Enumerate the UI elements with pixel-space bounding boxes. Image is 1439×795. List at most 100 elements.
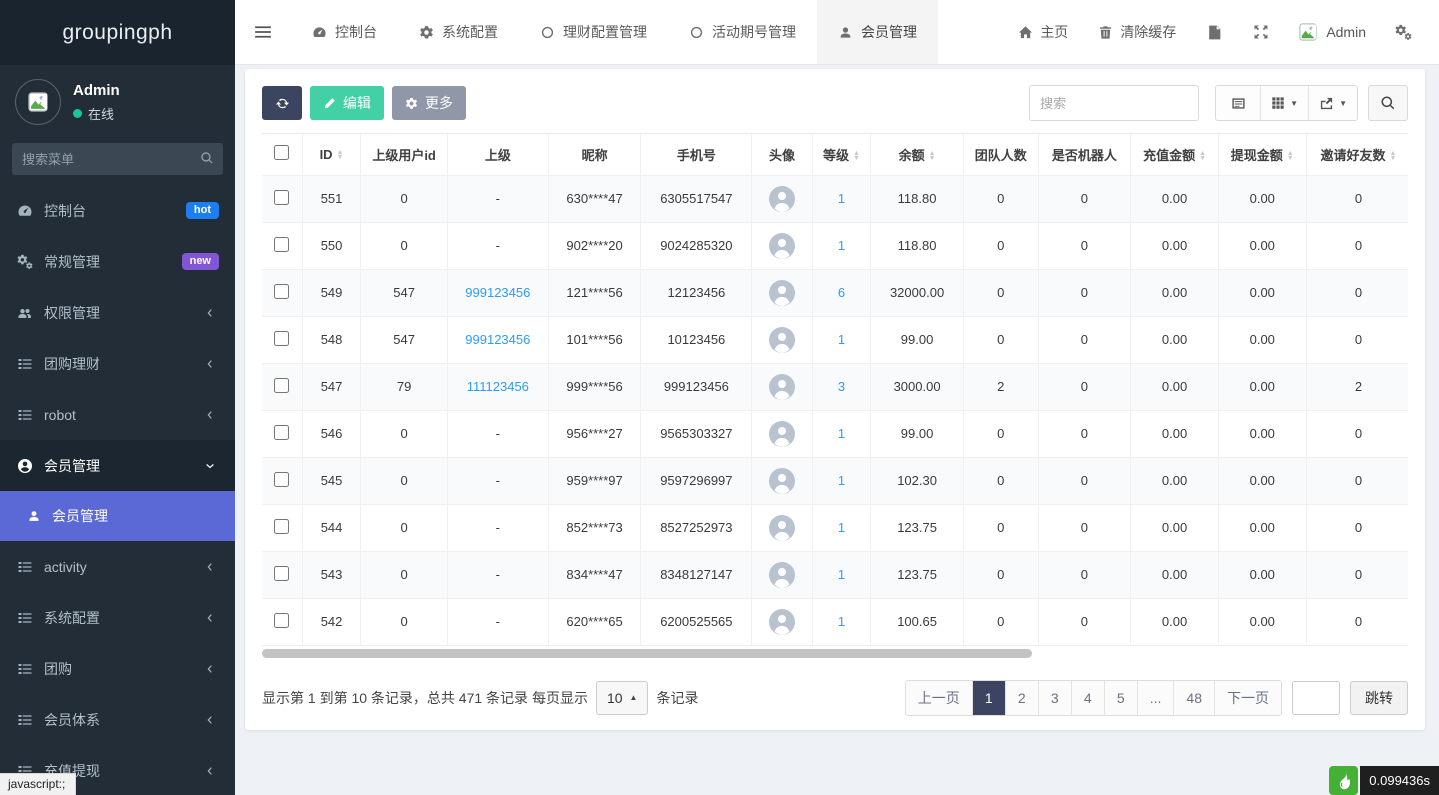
pagination-next[interactable]: 下一页: [1214, 681, 1281, 715]
sidebar-item-常规管理[interactable]: 常规管理new: [0, 236, 235, 287]
sidebar-search-input[interactable]: [12, 143, 223, 175]
column-header-balance[interactable]: 余额▲▼: [871, 134, 964, 175]
online-dot-icon: [73, 109, 82, 118]
columns-button[interactable]: ▼: [1260, 86, 1308, 120]
tab-系统配置[interactable]: 系统配置: [398, 0, 519, 64]
sidebar-item-团购理财[interactable]: 团购理财: [0, 338, 235, 389]
row-checkbox[interactable]: [274, 237, 289, 252]
more-button[interactable]: 更多: [392, 86, 466, 120]
language-button[interactable]: [1193, 0, 1236, 64]
sort-icon[interactable]: ▲▼: [1390, 151, 1397, 161]
sort-icon[interactable]: ▲▼: [929, 151, 936, 161]
cell-parent-link[interactable]: 111123456: [467, 379, 529, 394]
thinkphp-logo-icon[interactable]: [1329, 766, 1358, 795]
cell-level-link[interactable]: 1: [838, 473, 845, 488]
column-header-label: 邀请好友数: [1321, 148, 1386, 163]
refresh-button[interactable]: [262, 86, 302, 120]
export-button[interactable]: ▼: [1308, 86, 1357, 120]
avatar-icon[interactable]: [756, 233, 807, 259]
row-checkbox[interactable]: [274, 284, 289, 299]
row-checkbox[interactable]: [274, 378, 289, 393]
pagination-page-4[interactable]: 4: [1071, 681, 1104, 715]
cell-parent-link[interactable]: 999123456: [465, 332, 530, 347]
tab-会员管理[interactable]: 会员管理: [817, 0, 938, 64]
chevron-left-icon: [201, 307, 219, 319]
avatar-icon[interactable]: [756, 374, 807, 400]
pagination-prev[interactable]: 上一页: [906, 681, 972, 715]
row-checkbox[interactable]: [274, 566, 289, 581]
column-header-withdraw[interactable]: 提现金额▲▼: [1218, 134, 1306, 175]
fullscreen-button[interactable]: [1240, 0, 1282, 64]
cell-phone: 9597296997: [641, 457, 752, 504]
sidebar-item-控制台[interactable]: 控制台hot: [0, 185, 235, 236]
column-header-recharge[interactable]: 充值金额▲▼: [1131, 134, 1219, 175]
pagination-page-1[interactable]: 1: [972, 681, 1005, 715]
cell-balance: 100.65: [871, 598, 964, 645]
row-checkbox[interactable]: [274, 472, 289, 487]
cell-level-link[interactable]: 1: [838, 191, 845, 206]
settings-button[interactable]: [1382, 0, 1425, 64]
page-jump-input[interactable]: [1292, 681, 1340, 715]
row-checkbox[interactable]: [274, 190, 289, 205]
select-all-checkbox[interactable]: [274, 145, 289, 160]
row-checkbox[interactable]: [274, 613, 289, 628]
row-checkbox[interactable]: [274, 331, 289, 346]
sidebar-item-会员体系[interactable]: 会员体系: [0, 694, 235, 745]
cell-level-link[interactable]: 1: [838, 332, 845, 347]
column-header-invites[interactable]: 邀请好友数 ▲▼: [1306, 134, 1408, 175]
row-checkbox[interactable]: [274, 425, 289, 440]
edit-button[interactable]: 编辑: [310, 86, 384, 120]
sidebar-item-系统配置[interactable]: 系统配置: [0, 592, 235, 643]
page-size-select[interactable]: 10▲: [596, 681, 649, 715]
pagination-page-2[interactable]: 2: [1005, 681, 1038, 715]
row-checkbox[interactable]: [274, 519, 289, 534]
cell-level-link[interactable]: 1: [838, 426, 845, 441]
avatar-icon[interactable]: [756, 421, 807, 447]
sort-icon[interactable]: ▲▼: [1287, 151, 1294, 161]
sort-icon[interactable]: ▲▼: [1199, 151, 1206, 161]
cell-level-link[interactable]: 3: [838, 379, 845, 394]
avatar-icon[interactable]: [756, 468, 807, 494]
page-jump-button[interactable]: 跳转: [1350, 681, 1408, 715]
sort-icon[interactable]: ▲▼: [337, 150, 344, 160]
pagination-page-3[interactable]: 3: [1038, 681, 1071, 715]
cell-level-link[interactable]: 1: [838, 567, 845, 582]
column-header-level[interactable]: 等级▲▼: [812, 134, 870, 175]
cell-level-link[interactable]: 6: [838, 285, 845, 300]
cell-parent: 999123456: [447, 316, 548, 363]
flame-icon: [1334, 771, 1354, 791]
pagination-page-...[interactable]: ...: [1137, 681, 1174, 715]
horizontal-scrollbar-thumb[interactable]: [262, 649, 1032, 658]
tab-理财配置管理[interactable]: 理财配置管理: [519, 0, 668, 64]
table-search-input[interactable]: [1029, 85, 1199, 121]
detail-view-button[interactable]: [1216, 86, 1260, 120]
navbar-user-menu[interactable]: Admin: [1286, 22, 1378, 42]
avatar-icon[interactable]: [756, 609, 807, 635]
cell-id: 542: [302, 598, 360, 645]
avatar-icon[interactable]: [756, 280, 807, 306]
cell-level-link[interactable]: 1: [838, 520, 845, 535]
sidebar-item-会员管理[interactable]: 会员管理: [0, 440, 235, 491]
cell-level-link[interactable]: 1: [838, 238, 845, 253]
home-link[interactable]: 主页: [1005, 0, 1081, 64]
column-header-id[interactable]: ID▲▼: [302, 134, 360, 175]
search-submit-button[interactable]: [1368, 85, 1408, 121]
pagination-page-48[interactable]: 48: [1173, 681, 1214, 715]
sidebar-item-robot[interactable]: robot: [0, 389, 235, 440]
sidebar-item-activity[interactable]: activity: [0, 541, 235, 592]
cell-parent-link[interactable]: 999123456: [465, 285, 530, 300]
sidebar-item-权限管理[interactable]: 权限管理: [0, 287, 235, 338]
avatar-icon[interactable]: [756, 562, 807, 588]
tab-活动期号管理[interactable]: 活动期号管理: [668, 0, 817, 64]
avatar-icon[interactable]: [756, 186, 807, 212]
sidebar-subitem-会员管理[interactable]: 会员管理: [0, 491, 235, 541]
sort-icon[interactable]: ▲▼: [853, 151, 860, 161]
sidebar-item-团购[interactable]: 团购: [0, 643, 235, 694]
avatar-icon[interactable]: [756, 515, 807, 541]
clear-cache-link[interactable]: 清除缓存: [1085, 0, 1189, 64]
tab-控制台[interactable]: 控制台: [291, 0, 398, 64]
cell-level-link[interactable]: 1: [838, 614, 845, 629]
pagination-page-5[interactable]: 5: [1104, 681, 1137, 715]
avatar-icon[interactable]: [756, 327, 807, 353]
sidebar-toggle-button[interactable]: [235, 0, 291, 64]
